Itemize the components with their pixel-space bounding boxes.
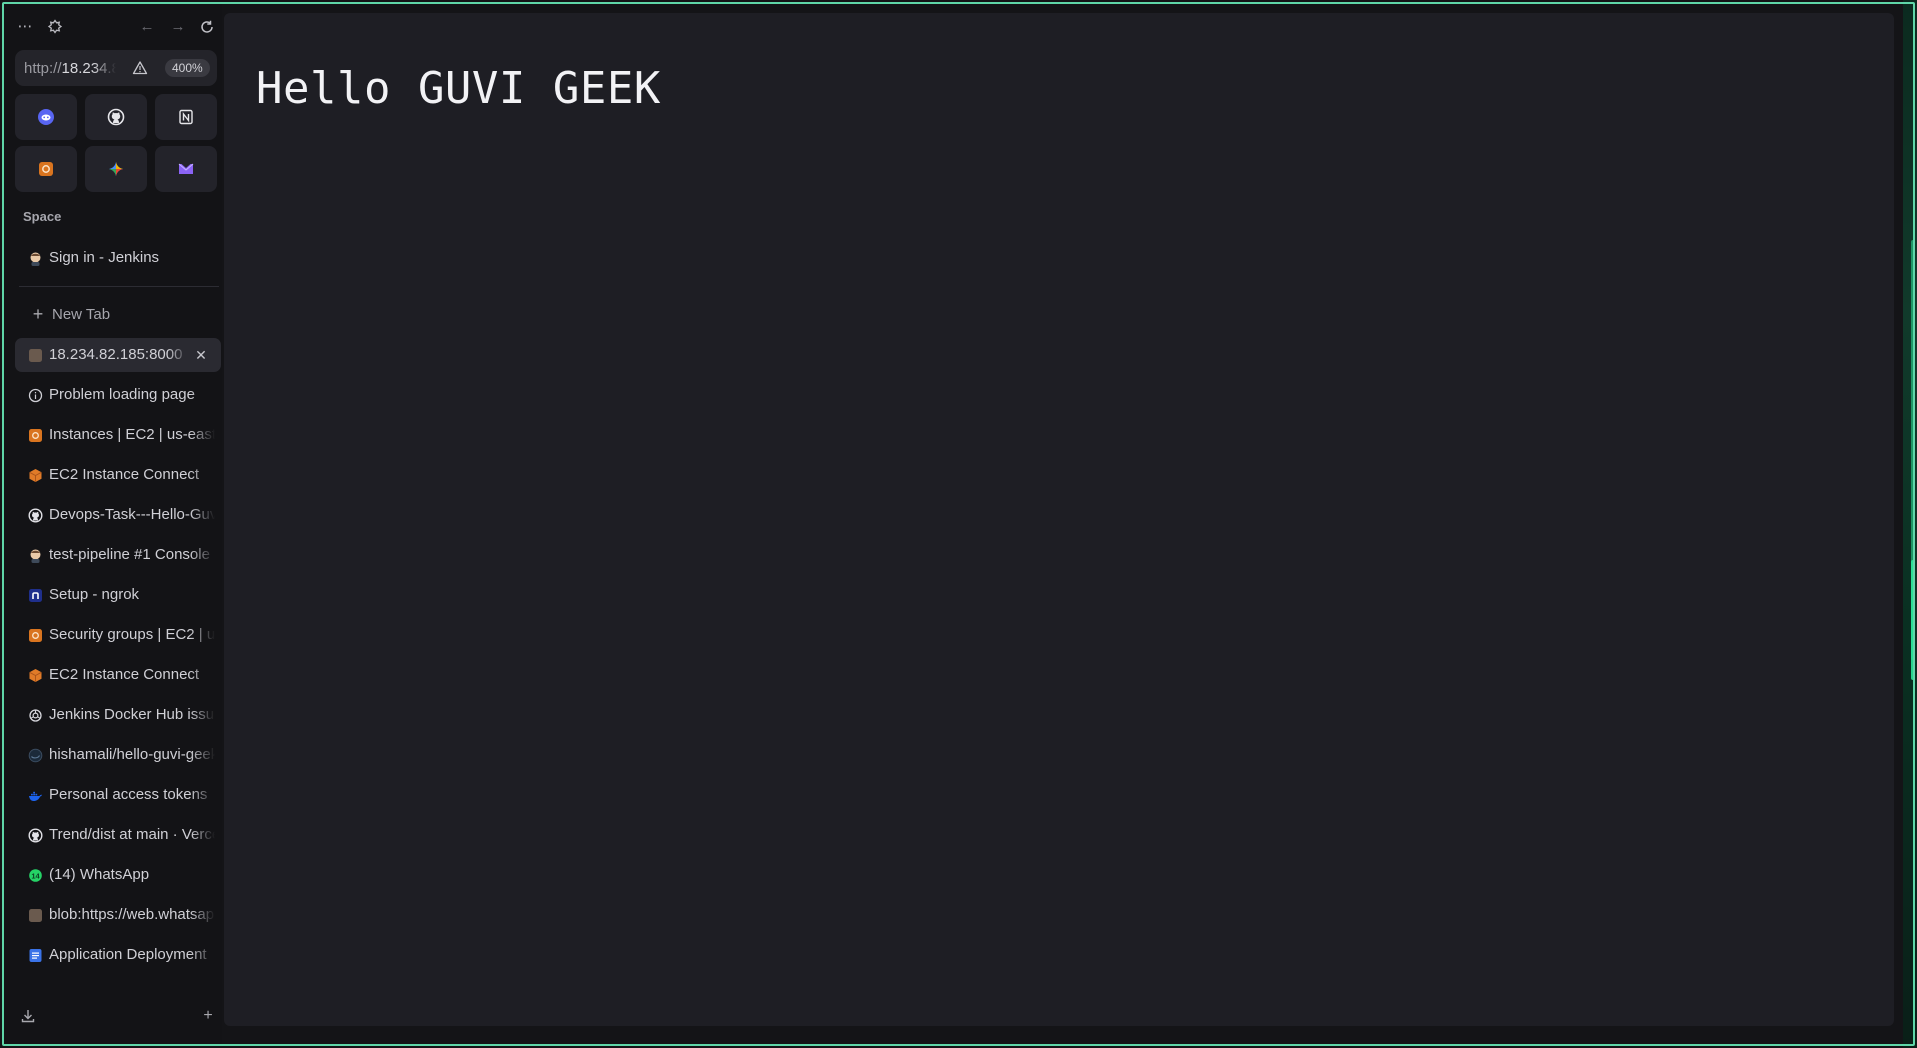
tab-label: EC2 Instance Connect <box>49 466 200 483</box>
notion-icon <box>177 108 195 126</box>
proton-mail-icon <box>177 160 195 178</box>
tab-item[interactable]: Application Deployment <box>15 938 221 972</box>
whatsapp-icon: 14 <box>28 868 43 883</box>
github-icon <box>107 108 125 126</box>
tab-label: Problem loading page <box>49 386 195 403</box>
pinned-github[interactable] <box>85 94 147 140</box>
tab-item[interactable]: blob:https://web.whatsapp <box>15 898 221 932</box>
zoom-level-badge[interactable]: 400% <box>165 59 210 77</box>
ec2-icon <box>28 668 43 683</box>
url-scheme: http:// <box>24 60 62 77</box>
space-section-label: Space <box>23 209 62 224</box>
dockerhub-icon <box>28 748 43 763</box>
tab-label: Setup - ngrok <box>49 586 140 603</box>
tab-label: test-pipeline #1 Console <box>49 546 210 563</box>
web-content[interactable]: Hello GUVI GEEK <box>224 13 1894 1026</box>
tab-item[interactable]: Problem loading page <box>15 378 221 412</box>
svg-text:14: 14 <box>31 871 40 880</box>
downloads-icon[interactable] <box>20 1008 36 1024</box>
page-heading: Hello GUVI GEEK <box>256 63 661 114</box>
aws-icon <box>37 160 55 178</box>
tab-item[interactable]: test-pipeline #1 Console <box>15 538 221 572</box>
add-space-icon[interactable]: + <box>200 1008 216 1024</box>
pinned-aws[interactable] <box>15 146 77 192</box>
pinned-proton-mail[interactable] <box>155 146 217 192</box>
tab-label: (14) WhatsApp <box>49 866 150 883</box>
sidebar-divider <box>19 286 219 287</box>
blank-page-icon <box>28 348 43 363</box>
blank-page-icon <box>28 908 43 923</box>
url-host: 18.234.82.185:8000 <box>61 60 116 77</box>
back-arrow-icon[interactable]: ← <box>138 18 156 36</box>
close-tab-icon[interactable]: ✕ <box>192 345 210 363</box>
tab-item[interactable]: Setup - ngrok <box>15 578 221 612</box>
more-options-icon[interactable]: ⋯ <box>16 18 34 36</box>
desktop-wallpaper-edge <box>1903 0 1917 1048</box>
reload-icon[interactable] <box>198 18 216 36</box>
sidebar-toolbar: ⋯ ← → <box>4 4 222 48</box>
tab-label: Personal access tokens <box>49 786 208 803</box>
forward-arrow-icon[interactable]: → <box>169 18 187 36</box>
insecure-warning-icon[interactable] <box>131 59 149 77</box>
jenkins-icon <box>28 251 43 266</box>
pinned-notion[interactable] <box>155 94 217 140</box>
tab-item[interactable]: EC2 Instance Connect <box>15 658 221 692</box>
space-item[interactable]: Sign in - Jenkins <box>15 241 221 275</box>
space-item-label: Sign in - Jenkins <box>49 249 160 266</box>
info-icon <box>28 388 43 403</box>
ec2-icon <box>28 468 43 483</box>
tab-item[interactable]: Security groups | EC2 | us <box>15 618 221 652</box>
tab-label: Security groups | EC2 | us <box>49 626 215 643</box>
docs-icon <box>28 948 43 963</box>
pinned-discord[interactable] <box>15 94 77 140</box>
tab-item[interactable]: hishamali/hello-guvi-geek <box>15 738 221 772</box>
tab-item[interactable]: Jenkins Docker Hub issue <box>15 698 221 732</box>
tab-item[interactable]: Personal access tokens <box>15 778 221 812</box>
pinned-gemini[interactable] <box>85 146 147 192</box>
github-icon <box>28 508 43 523</box>
tab-label: Devops-Task---Hello-Guvi <box>49 506 215 523</box>
openai-icon <box>28 708 43 723</box>
aws-icon <box>28 628 43 643</box>
discord-icon <box>37 108 55 126</box>
tab-label: Jenkins Docker Hub issue <box>49 706 215 723</box>
new-tab-button[interactable]: + New Tab <box>15 298 221 332</box>
url-text[interactable]: http://18.234.82.185:8000 <box>24 60 116 77</box>
github-icon <box>28 828 43 843</box>
jenkins-icon <box>28 548 43 563</box>
browser-window: ⋯ ← → http://18.234.82.185:8000 400% <box>0 0 1917 1048</box>
tab-item[interactable]: EC2 Instance Connect <box>15 458 221 492</box>
address-bar[interactable]: http://18.234.82.185:8000 400% <box>15 50 217 86</box>
tab-item-active[interactable]: 18.234.82.185:8000 ✕ <box>15 338 221 372</box>
sidebar: ⋯ ← → http://18.234.82.185:8000 400% <box>4 4 222 1044</box>
tab-label: EC2 Instance Connect <box>49 666 200 683</box>
tab-label: Instances | EC2 | us-east-1 <box>49 426 215 443</box>
tab-label: 18.234.82.185:8000 <box>49 346 183 363</box>
docker-icon <box>28 788 43 803</box>
tab-item[interactable]: Devops-Task---Hello-Guvi <box>15 498 221 532</box>
tab-item[interactable]: Trend/dist at main · Vercel <box>15 818 221 852</box>
new-tab-label: New Tab <box>52 306 111 323</box>
tab-label: hishamali/hello-guvi-geek <box>49 746 215 763</box>
tab-label: Application Deployment <box>49 946 207 963</box>
aws-icon <box>28 428 43 443</box>
plus-icon: + <box>32 304 44 324</box>
tab-item[interactable]: Instances | EC2 | us-east-1 <box>15 418 221 452</box>
gemini-icon <box>107 160 125 178</box>
tab-label: Trend/dist at main · Vercel <box>49 826 215 843</box>
extensions-icon[interactable] <box>46 18 64 36</box>
tab-item[interactable]: 14 (14) WhatsApp <box>15 858 221 892</box>
ngrok-icon <box>28 588 43 603</box>
tab-label: blob:https://web.whatsapp <box>49 906 215 923</box>
